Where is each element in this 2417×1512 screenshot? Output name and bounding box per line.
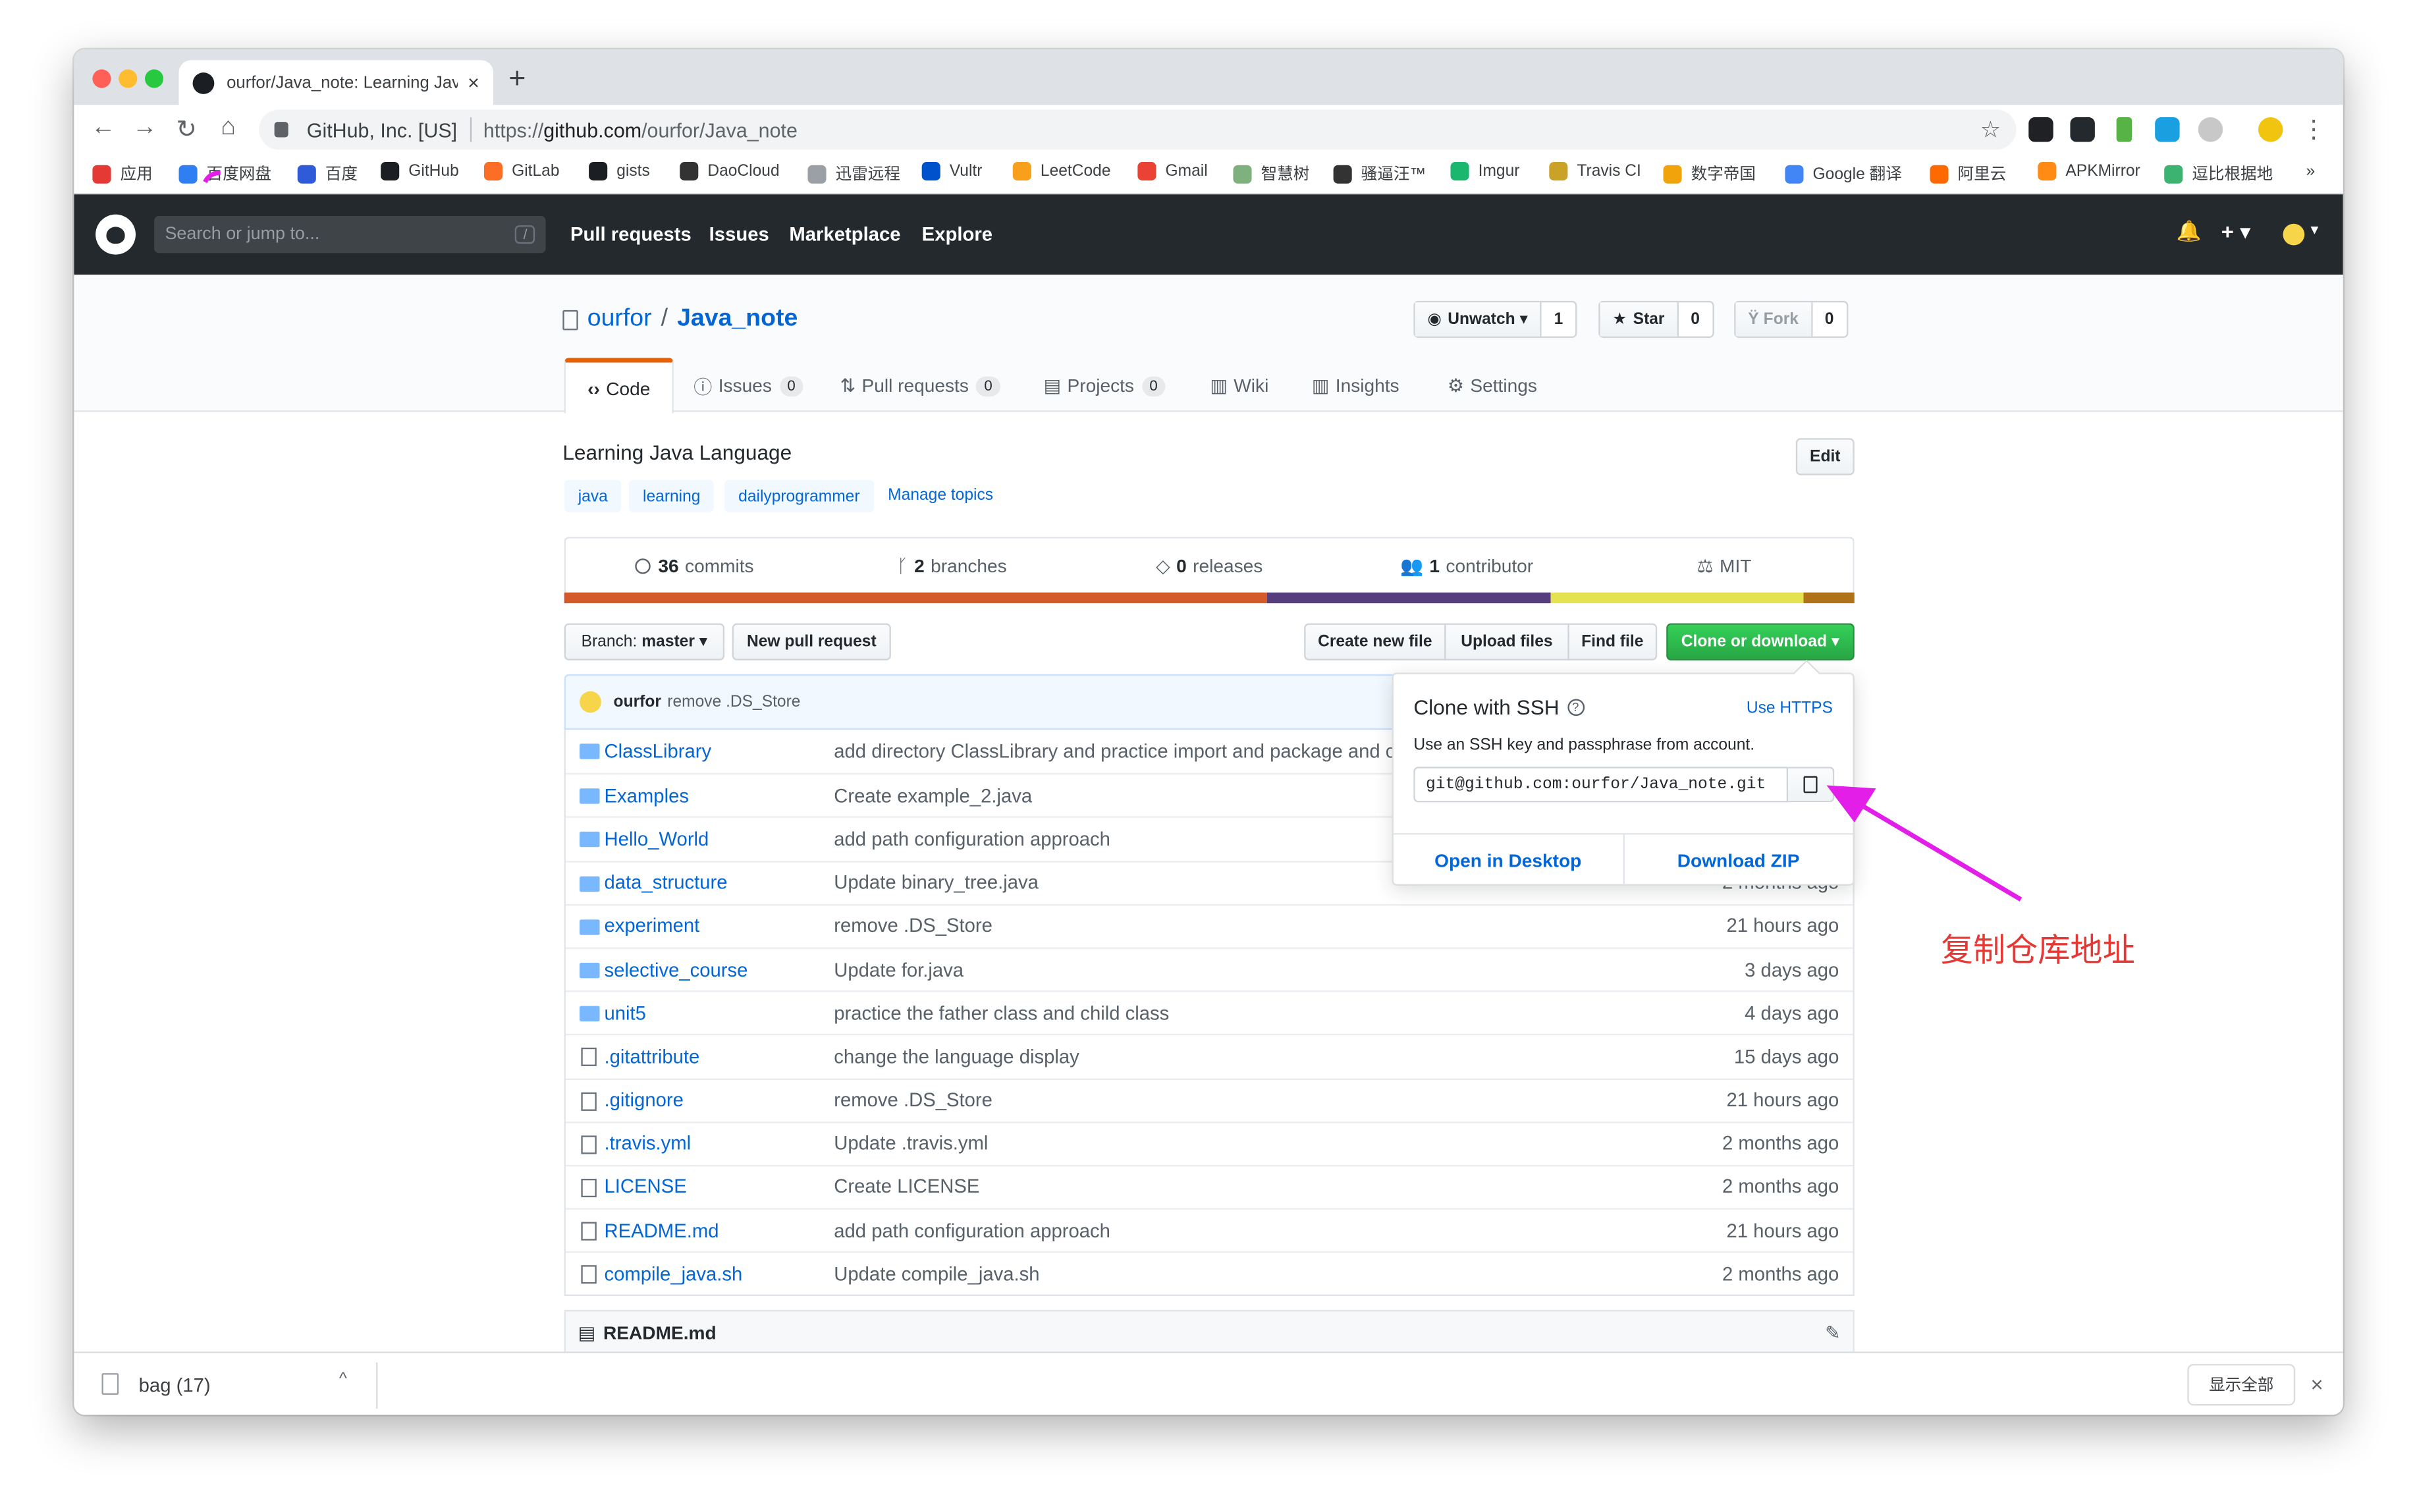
annotation-arrow xyxy=(203,170,2023,902)
cursor-mark xyxy=(203,170,221,184)
annotation-arrow-head xyxy=(1826,785,1876,823)
annotation-label: 复制仓库地址 xyxy=(1940,932,2135,969)
annotation-arrow-shaft xyxy=(1857,801,2023,902)
